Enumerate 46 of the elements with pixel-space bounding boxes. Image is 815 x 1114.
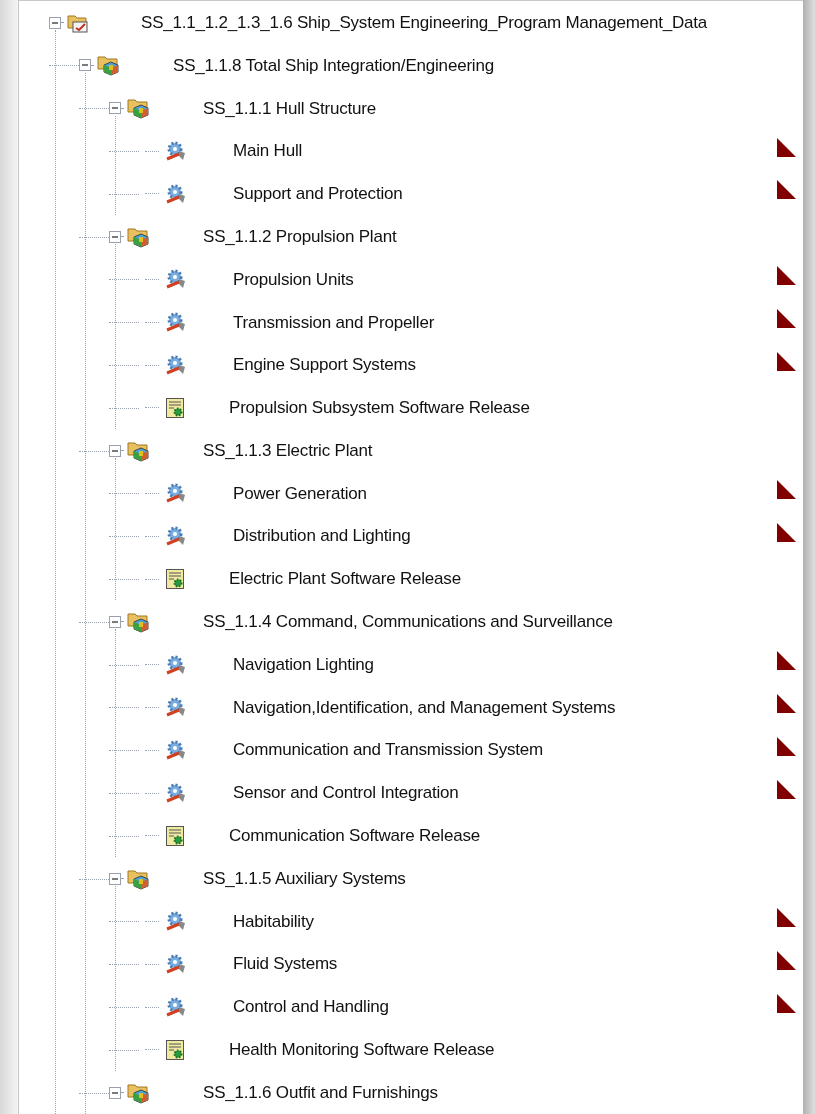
- tree-item-label[interactable]: Control and Handling: [233, 994, 389, 1020]
- tree-item-label[interactable]: Transmission and Propeller: [233, 309, 435, 335]
- tree-item-label[interactable]: Power Generation: [233, 480, 367, 507]
- tree-item-label[interactable]: SS_1.1.6 Outfit and Furnishings: [203, 1079, 438, 1106]
- document-gear-icon: [165, 568, 185, 591]
- collapse-toggle[interactable]: [79, 59, 91, 72]
- folder-cube-icon: [127, 225, 151, 248]
- collapse-toggle[interactable]: [49, 16, 61, 29]
- collapse-toggle[interactable]: [109, 615, 121, 628]
- tree-item-label[interactable]: SS_1.1.5 Auxiliary Systems: [203, 865, 406, 892]
- tree-item-label[interactable]: Propulsion Subsystem Software Release: [229, 395, 530, 421]
- tree-item-label[interactable]: Navigation Lighting: [233, 651, 374, 678]
- tree-item-label[interactable]: SS_1.1.3 Electric Plant: [203, 437, 373, 464]
- tree-item-label[interactable]: Sensor and Control Integration: [233, 780, 459, 806]
- tree-item-label[interactable]: SS_1.1_1.2_1.3_1.6 Ship_System Engineering_Program Management_Data: [141, 9, 708, 36]
- tree-item-label[interactable]: Navigation,Identification, and Management Systems: [233, 694, 616, 721]
- tree-item-label[interactable]: Communication Software Release: [229, 823, 480, 849]
- document-gear-icon: [165, 1038, 185, 1061]
- tree-item-label[interactable]: Distribution and Lighting: [233, 523, 411, 549]
- collapse-toggle[interactable]: [109, 444, 121, 457]
- collapse-toggle[interactable]: [109, 102, 121, 115]
- folder-cube-icon: [127, 439, 151, 462]
- folder-cube-icon: [97, 54, 121, 77]
- tree-item-label[interactable]: Fluid Systems: [233, 951, 338, 977]
- tree-item-label[interactable]: Engine Support Systems: [233, 352, 416, 378]
- tree-item-label[interactable]: Main Hull: [233, 138, 303, 164]
- tree-item-label[interactable]: SS_1.1.8 Total Ship Integration/Engineering: [173, 52, 494, 79]
- document-gear-icon: [165, 396, 185, 419]
- folder-cube-icon: [127, 1081, 151, 1104]
- tree-item-label[interactable]: SS_1.1.4 Command, Communications and Surveillance: [203, 609, 613, 635]
- document-gear-icon: [165, 824, 185, 847]
- collapse-toggle[interactable]: [109, 230, 121, 243]
- folder-cube-icon: [127, 610, 151, 633]
- tree-item-label[interactable]: Habitability: [233, 908, 314, 935]
- tree-item-label[interactable]: Support and Protection: [233, 181, 403, 207]
- tree-item-label[interactable]: SS_1.1.1 Hull Structure: [203, 95, 377, 121]
- folder-check-icon: [67, 12, 89, 33]
- tree-item-label[interactable]: SS_1.1.2 Propulsion Plant: [203, 223, 397, 250]
- collapse-toggle[interactable]: [109, 1086, 121, 1099]
- tree-item-label[interactable]: Electric Plant Software Release: [229, 566, 461, 592]
- tree-item-label[interactable]: Health Monitoring Software Release: [229, 1037, 495, 1063]
- tree-item-label[interactable]: Propulsion Units: [233, 266, 354, 293]
- folder-cube-icon: [127, 867, 151, 890]
- tree-item-label[interactable]: Communication and Transmission System: [233, 737, 544, 763]
- collapse-toggle[interactable]: [109, 872, 121, 885]
- folder-cube-icon: [127, 97, 151, 120]
